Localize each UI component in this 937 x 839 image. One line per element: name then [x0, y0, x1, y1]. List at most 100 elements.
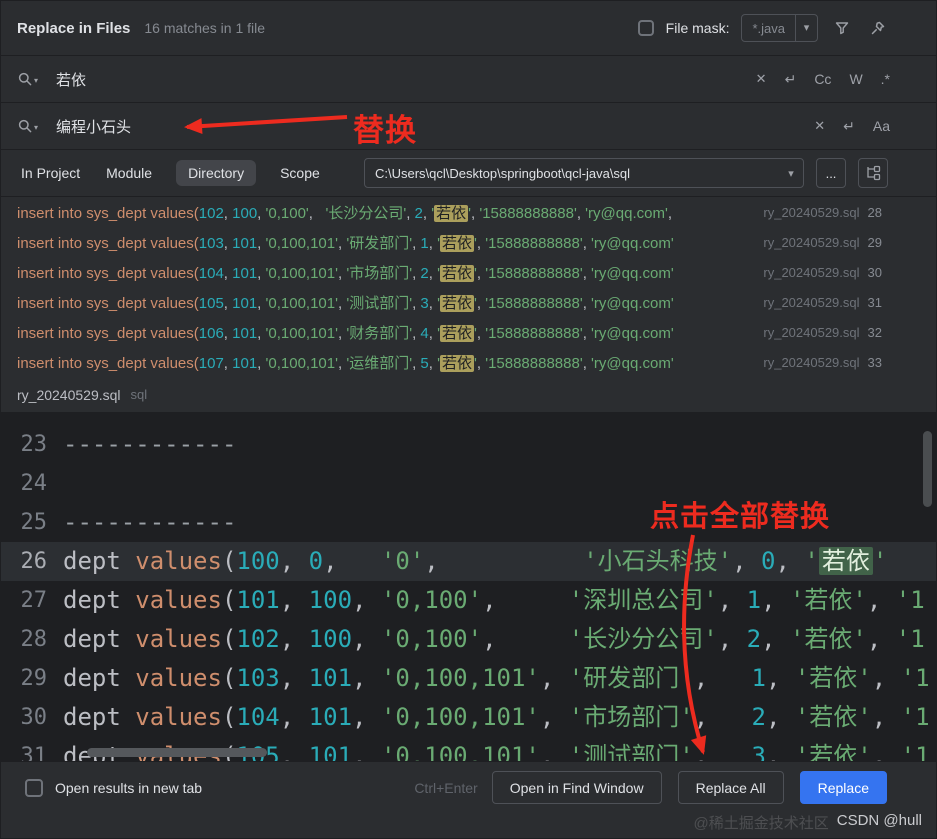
result-row-text: insert into sys_dept values(106, 101, '0…	[17, 322, 753, 343]
scope-row: In Project Module Directory Scope C:\Users\…	[1, 150, 936, 197]
search-row: ▾ 若依 ✕ ↵ Cc W .*	[1, 56, 936, 103]
chevron-down-icon: ▾	[34, 76, 38, 87]
editor-line-27[interactable]: 27dept values(101, 100, '0,100', '深圳总公司'…	[1, 581, 936, 620]
scope-tab-scope[interactable]: Scope	[278, 160, 322, 186]
editor-line-text: ------------	[63, 503, 236, 542]
editor-line-text: dept values(101, 100, '0,100', '深圳总公司', …	[63, 581, 925, 620]
match-case-toggle[interactable]: Cc	[814, 71, 831, 87]
result-row-text: insert into sys_dept values(107, 101, '0…	[17, 352, 753, 373]
editor-line-text: ------------	[63, 425, 236, 464]
line-number: 31	[1, 737, 57, 763]
search-icon	[17, 71, 33, 87]
scope-tab-module[interactable]: Module	[104, 160, 154, 186]
result-row-text: insert into sys_dept values(105, 101, '0…	[17, 292, 753, 313]
result-row-file-ref: ry_20240529.sql29	[763, 235, 882, 250]
editor-preview: 23------------2425------------26dept val…	[1, 413, 936, 763]
editor-line-26[interactable]: 26dept values(100, 0, '0', '小石头科技', 0, '…	[1, 542, 936, 581]
clear-replace-icon[interactable]: ✕	[814, 118, 825, 134]
result-row-file-ref: ry_20240529.sql28	[763, 205, 882, 220]
editor-line-25[interactable]: 25------------	[1, 503, 936, 542]
scope-tab-directory[interactable]: Directory	[176, 160, 256, 186]
editor-line-text: dept values(104, 101, '0,100,101', '市场部门…	[63, 698, 930, 737]
editor-line-24[interactable]: 24	[1, 464, 936, 503]
file-mask-value: *.java	[742, 21, 795, 36]
browse-directory-button[interactable]: ...	[816, 158, 846, 188]
replace-input[interactable]: 编程小石头	[56, 116, 804, 137]
result-row[interactable]: insert into sys_dept values(102, 100, '0…	[1, 197, 936, 227]
line-number: 23	[1, 425, 57, 464]
whole-words-toggle[interactable]: W	[849, 71, 862, 87]
line-number: 25	[1, 503, 57, 542]
line-number: 27	[1, 581, 57, 620]
replace-controls: ✕ ↵ Aa	[814, 118, 890, 135]
file-mask-checkbox[interactable]	[638, 20, 654, 36]
clear-search-icon[interactable]: ✕	[756, 71, 767, 87]
match-summary: 16 matches in 1 file	[144, 20, 265, 36]
dialog-header: Replace in Files 16 matches in 1 file Fi…	[1, 1, 936, 56]
scope-tab-in-project[interactable]: In Project	[19, 160, 82, 186]
chevron-down-icon[interactable]: ▾	[795, 15, 817, 41]
result-row-file-ref: ry_20240529.sql30	[763, 265, 882, 280]
result-file-type: sql	[131, 387, 148, 402]
chevron-down-icon[interactable]: ▾	[779, 167, 803, 180]
header-controls: File mask: *.java ▾	[638, 14, 890, 42]
watermark-main-text: CSDN @hull	[837, 812, 922, 833]
pin-icon	[870, 20, 886, 36]
result-row[interactable]: insert into sys_dept values(107, 101, '0…	[1, 347, 936, 377]
result-row-text: insert into sys_dept values(102, 100, '0…	[17, 202, 753, 223]
regex-toggle[interactable]: .*	[881, 71, 890, 87]
shortcut-hint: Ctrl+Enter	[414, 780, 477, 796]
editor-line-23[interactable]: 23------------	[1, 425, 936, 464]
pin-button[interactable]	[866, 16, 890, 40]
result-row[interactable]: insert into sys_dept values(103, 101, '0…	[1, 227, 936, 257]
footer-actions: Open results in new tab Ctrl+Enter Open …	[1, 762, 936, 804]
watermark-faint-text: @稀土掘金技术社区	[694, 812, 829, 833]
newline-icon[interactable]: ↵	[785, 71, 797, 88]
scope-tabs: In Project Module Directory Scope	[19, 160, 322, 186]
filter-button[interactable]	[830, 16, 854, 40]
replace-all-button[interactable]: Replace All	[678, 771, 784, 804]
result-file-group[interactable]: ry_20240529.sql sql	[1, 377, 936, 413]
dialog-title: Replace in Files	[17, 20, 130, 37]
search-history-button[interactable]: ▾	[17, 71, 38, 87]
result-row-file-ref: ry_20240529.sql31	[763, 295, 882, 310]
replace-in-files-dialog: Replace in Files 16 matches in 1 file Fi…	[0, 0, 937, 839]
editor-vertical-scrollbar[interactable]	[923, 431, 932, 507]
file-mask-label: File mask:	[666, 20, 730, 36]
newline-icon[interactable]: ↵	[843, 118, 855, 135]
editor-horizontal-scrollbar[interactable]	[87, 748, 267, 757]
replace-button[interactable]: Replace	[800, 771, 887, 804]
open-results-new-tab-label: Open results in new tab	[55, 780, 202, 796]
line-number: 24	[1, 464, 57, 503]
editor-line-text: dept values(100, 0, '0', '小石头科技', 0, '若依…	[63, 542, 887, 581]
open-results-new-tab-checkbox[interactable]	[25, 779, 43, 797]
editor-lines: 23------------2425------------26dept val…	[1, 425, 936, 763]
line-number: 26	[1, 542, 57, 581]
editor-line-text: dept values(103, 101, '0,100,101', '研发部门…	[63, 659, 930, 698]
line-number: 30	[1, 698, 57, 737]
result-row[interactable]: insert into sys_dept values(104, 101, '0…	[1, 257, 936, 287]
editor-line-28[interactable]: 28dept values(102, 100, '0,100', '长沙分公司'…	[1, 620, 936, 659]
result-row-text: insert into sys_dept values(104, 101, '0…	[17, 262, 753, 283]
filter-icon	[834, 20, 850, 36]
search-input[interactable]: 若依	[56, 69, 746, 90]
search-icon	[17, 118, 33, 134]
editor-line-30[interactable]: 30dept values(104, 101, '0,100,101', '市场…	[1, 698, 936, 737]
directory-structure-button[interactable]	[858, 158, 888, 188]
result-row[interactable]: insert into sys_dept values(105, 101, '0…	[1, 287, 936, 317]
directory-path-combo[interactable]: C:\Users\qcl\Desktop\springboot\qcl-java…	[364, 158, 804, 188]
chevron-down-icon: ▾	[34, 123, 38, 134]
file-mask-combo[interactable]: *.java ▾	[741, 14, 818, 42]
result-row-file-ref: ry_20240529.sql32	[763, 325, 882, 340]
line-number: 29	[1, 659, 57, 698]
tree-structure-icon	[865, 165, 881, 181]
replace-row: ▾ 编程小石头 ✕ ↵ Aa	[1, 103, 936, 150]
editor-line-29[interactable]: 29dept values(103, 101, '0,100,101', '研发…	[1, 659, 936, 698]
replace-history-button[interactable]: ▾	[17, 118, 38, 134]
result-row[interactable]: insert into sys_dept values(106, 101, '0…	[1, 317, 936, 347]
directory-path-value: C:\Users\qcl\Desktop\springboot\qcl-java…	[365, 166, 779, 181]
preserve-case-toggle[interactable]: Aa	[873, 118, 890, 134]
result-row-file-ref: ry_20240529.sql33	[763, 355, 882, 370]
result-file-name: ry_20240529.sql	[17, 387, 121, 403]
open-in-find-window-button[interactable]: Open in Find Window	[492, 771, 662, 804]
